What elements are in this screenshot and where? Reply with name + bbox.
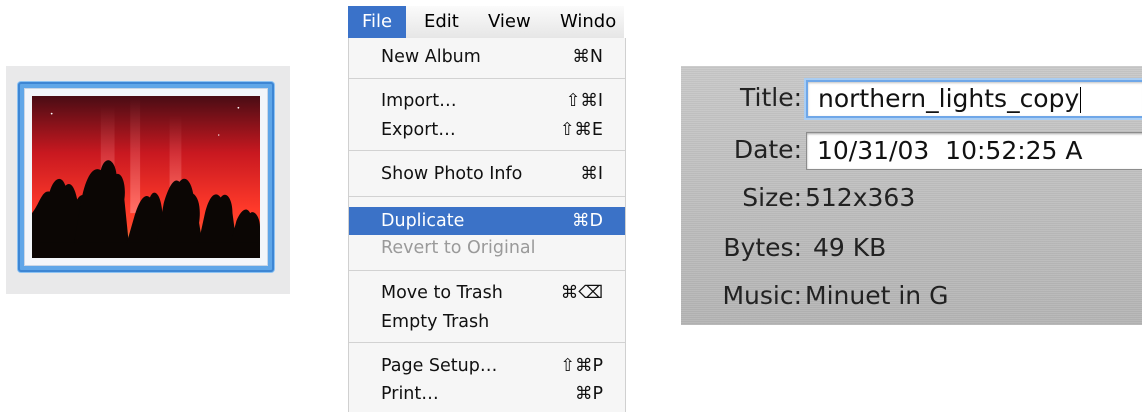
bytes-label: Bytes: (723, 233, 802, 262)
title-value: northern_lights_copy (818, 84, 1080, 113)
music-label: Music: (722, 281, 802, 310)
menu-view-label: View (488, 11, 531, 32)
menu-window-label: Windo (560, 11, 617, 32)
photo-info-panel: Title: northern_lights_copy Date: 10/31/… (681, 66, 1142, 325)
date-row: Date: 10/31/03 10:52:25 A (681, 130, 1142, 170)
menu-item-label: Move to Trash (381, 283, 503, 303)
menu-separator (349, 196, 625, 197)
menu-item-label: New Album (381, 47, 481, 67)
size-label: Size: (742, 183, 802, 212)
menu-item-shortcut: ⌘I (580, 164, 603, 184)
menu-edit[interactable]: Edit (424, 6, 459, 38)
menu-item-show-photo-info[interactable]: Show Photo Info ⌘I (349, 161, 625, 187)
size-row: Size: 512x363 (681, 178, 1142, 218)
menu-item-shortcut: ⌘P (574, 384, 603, 404)
menu-item-shortcut: ⇧⌘I (565, 91, 603, 111)
menu-item-move-to-trash[interactable]: Move to Trash ⌘⌫ (349, 280, 625, 306)
size-value: 512x363 (805, 183, 916, 212)
menu-item-label: Revert to Original (381, 238, 536, 258)
menu-item-label: Import… (381, 91, 457, 111)
menu-item-label: Show Photo Info (381, 164, 523, 184)
menu-item-label: Page Setup… (381, 356, 498, 376)
menu-file[interactable]: File (348, 6, 406, 38)
title-field[interactable]: northern_lights_copy (806, 80, 1142, 118)
menu-item-shortcut: ⇧⌘P (560, 356, 603, 376)
menu-item-label: Duplicate (381, 211, 465, 231)
menu-separator (349, 150, 625, 151)
menu-item-label: Empty Trash (381, 312, 490, 332)
menu-item-export[interactable]: Export… ⇧⌘E (349, 117, 625, 143)
bytes-value: 49 KB (813, 233, 887, 262)
menu-item-label: Print… (381, 384, 439, 404)
music-value: Minuet in G (805, 281, 949, 310)
menu-bar: File Edit View Windo (348, 6, 624, 39)
music-row: Music: Minuet in G (681, 276, 1142, 316)
menu-item-import[interactable]: Import… ⇧⌘I (349, 88, 625, 114)
text-caret (1080, 87, 1082, 113)
menu-separator (349, 270, 625, 271)
menu-item-shortcut: ⌘N (572, 47, 603, 67)
menu-edit-label: Edit (424, 11, 459, 32)
menu-file-label: File (362, 11, 393, 32)
menu-item-empty-trash[interactable]: Empty Trash (349, 309, 625, 335)
file-menu: New Album ⌘N Import… ⇧⌘I Export… ⇧⌘E Sho… (348, 38, 626, 412)
bytes-row: Bytes: 49 KB (681, 228, 1142, 268)
menu-separator (349, 342, 625, 343)
menu-item-shortcut: ⌘⌫ (560, 283, 603, 303)
thumbnail-mat (24, 88, 268, 266)
menu-separator (349, 78, 625, 79)
date-label: Date: (733, 135, 802, 164)
menu-item-print[interactable]: Print… ⌘P (349, 381, 625, 407)
menu-item-shortcut: ⇧⌘E (559, 120, 603, 140)
title-row: Title: northern_lights_copy (681, 78, 1142, 118)
menu-item-label: Export… (381, 120, 456, 140)
menu-item-shortcut: ⌘D (572, 211, 603, 231)
date-value: 10/31/03 10:52:25 A (817, 136, 1083, 165)
date-field[interactable]: 10/31/03 10:52:25 A (806, 132, 1142, 170)
selected-photo-thumbnail[interactable] (18, 82, 274, 272)
menu-item-new-album[interactable]: New Album ⌘N (349, 44, 625, 70)
menu-item-page-setup[interactable]: Page Setup… ⇧⌘P (349, 353, 625, 379)
thumbnail-panel (6, 66, 290, 294)
title-label: Title: (740, 83, 802, 112)
menu-window[interactable]: Windo (560, 6, 616, 38)
menu-view[interactable]: View (488, 6, 531, 38)
northern-lights-photo (32, 96, 260, 258)
menu-item-duplicate[interactable]: Duplicate ⌘D (349, 207, 625, 235)
menu-item-revert-to-original: Revert to Original (349, 235, 625, 261)
